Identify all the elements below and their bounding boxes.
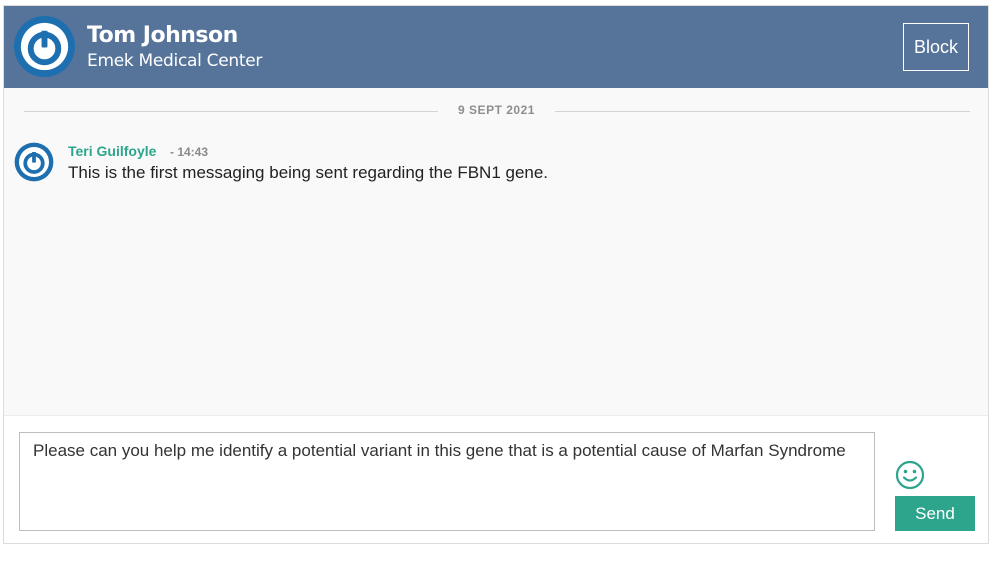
message-text: This is the first messaging being sent r… xyxy=(68,163,549,182)
send-button[interactable]: Send xyxy=(895,496,975,531)
message-time: - 14:43 xyxy=(170,145,209,159)
date-label: 9 SEPT 2021 xyxy=(458,103,535,117)
contact-organization: Emek Medical Center xyxy=(87,51,263,71)
message-composer: Please can you help me identify a potent… xyxy=(4,415,988,543)
message-input[interactable]: Please can you help me identify a potent… xyxy=(19,432,875,531)
chat-window: Tom Johnson Emek Medical Center Block 9 … xyxy=(3,5,989,544)
message-item: Teri Guilfoyle - 14:43 This is the first… xyxy=(4,139,988,199)
contact-name: Tom Johnson xyxy=(87,23,238,48)
chat-header: Tom Johnson Emek Medical Center Block xyxy=(4,6,988,88)
avatar xyxy=(13,15,76,78)
divider-line xyxy=(24,111,438,112)
block-button[interactable]: Block xyxy=(903,23,969,71)
message-sender: Teri Guilfoyle xyxy=(68,143,157,159)
sender-avatar xyxy=(14,142,54,182)
date-divider: 9 SEPT 2021 xyxy=(24,102,970,120)
divider-line xyxy=(555,111,970,112)
smiley-icon[interactable] xyxy=(895,460,925,490)
